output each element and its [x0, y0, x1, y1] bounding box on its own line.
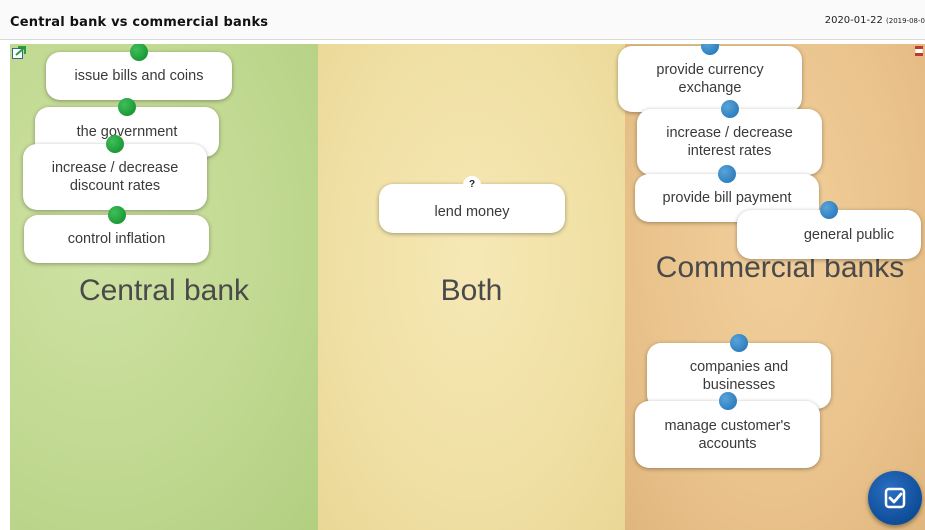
- card-pin: [701, 44, 719, 55]
- help-icon[interactable]: [12, 46, 26, 63]
- card-general-public[interactable]: general public: [737, 201, 921, 259]
- page-title: Central bank vs commercial banks: [10, 15, 269, 30]
- title-bar: Central bank vs commercial banks 2020-01…: [0, 0, 925, 40]
- card-label: general public: [803, 226, 895, 243]
- card-pin: [106, 135, 124, 153]
- card-issue-bills-and-coins[interactable]: issue bills and coins: [46, 44, 232, 100]
- sorting-board: Central bank Both Commercial banks issue…: [10, 44, 925, 530]
- card-pin: [130, 44, 148, 61]
- card-label: control inflation: [67, 231, 166, 247]
- flag-icon[interactable]: [914, 45, 924, 61]
- card-pin: [730, 334, 748, 352]
- card-pin: [718, 392, 737, 410]
- card-label: issue bills and coins: [74, 68, 204, 84]
- zone-label-both: Both: [440, 274, 503, 307]
- zone-both[interactable]: Both: [318, 44, 625, 530]
- card-label: provide currency exchange: [656, 62, 764, 96]
- card-label: manage customer's accounts: [664, 417, 791, 452]
- card-label: lend money: [434, 203, 510, 220]
- date-extra: (2019-08-0: [886, 17, 925, 25]
- date-stamp: 2020-01-22 (2019-08-0: [825, 15, 925, 26]
- card-increase-decrease-discount-rates[interactable]: increase / decrease discount rates: [23, 135, 207, 210]
- unplaced-marker: ?: [463, 176, 481, 194]
- card-control-inflation[interactable]: control inflation: [24, 206, 209, 263]
- card-pin: [118, 98, 136, 116]
- date-value: 2020-01-22: [824, 15, 883, 26]
- card-label: the government: [76, 124, 178, 140]
- card-label: companies and businesses: [689, 359, 789, 393]
- card-pin: [820, 201, 838, 219]
- check-icon: [884, 487, 906, 509]
- card-manage-customers-accounts[interactable]: manage customer's accounts: [635, 392, 820, 468]
- check-answers-button[interactable]: [868, 471, 922, 525]
- card-pin: [718, 165, 736, 183]
- card-companies-and-businesses[interactable]: companies and businesses: [647, 334, 831, 409]
- card-label: increase / decrease interest rates: [666, 125, 793, 159]
- card-lend-money[interactable]: ? lend money: [379, 176, 565, 233]
- zone-label-central-bank: Central bank: [78, 274, 250, 307]
- card-provide-currency-exchange[interactable]: provide currency exchange: [618, 44, 802, 112]
- card-label: increase / decrease discount rates: [51, 160, 179, 194]
- card-label: provide bill payment: [662, 190, 792, 206]
- card-pin: [107, 206, 126, 224]
- card-pin: [720, 100, 739, 118]
